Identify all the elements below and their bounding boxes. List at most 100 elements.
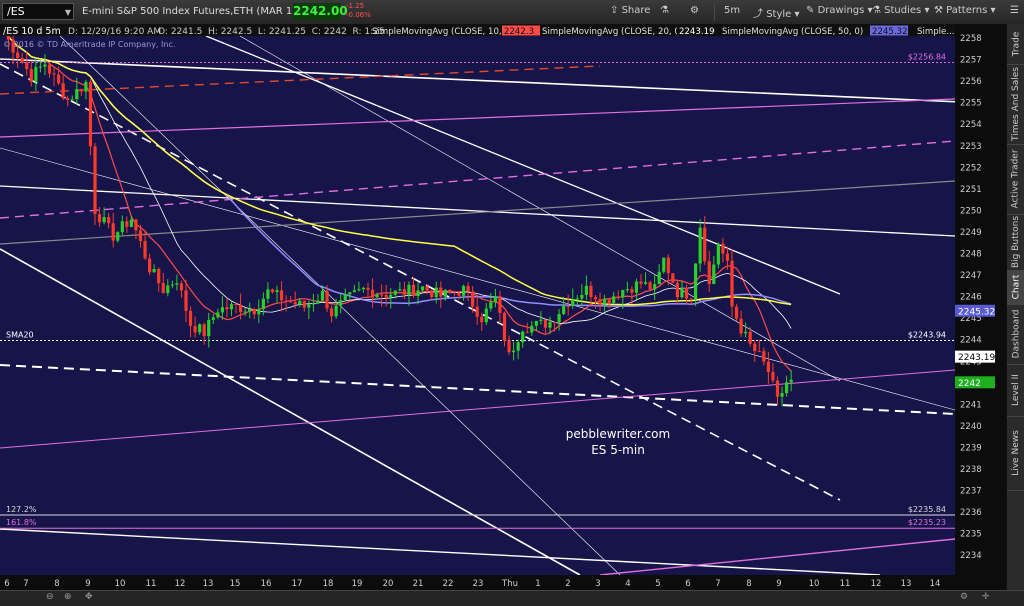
candle-body <box>43 64 47 67</box>
candle-body <box>116 232 120 241</box>
study-value: 2242.3 <box>504 27 534 37</box>
candle-body <box>389 294 393 298</box>
price-chart[interactable]: SMA20 $2243.94 127.2% $2235.84 161.8% $2235.2… <box>0 24 1006 590</box>
gear-icon[interactable]: ⚙ <box>690 5 699 16</box>
candle-body <box>766 361 770 373</box>
cross-icon[interactable]: ✛ <box>982 592 990 602</box>
candle-body <box>757 351 761 353</box>
candle-body <box>662 257 666 272</box>
candle-body <box>370 289 375 298</box>
candle-body <box>439 287 443 297</box>
candle-body <box>252 309 256 315</box>
annotation-text: ES 5-min <box>591 443 645 457</box>
drawings-button[interactable]: ✎ Drawings ▾ <box>806 5 873 16</box>
settings-icon[interactable]: ⚙ <box>960 592 968 602</box>
candle-body <box>29 69 33 82</box>
time-axis-label: 18 <box>323 579 334 589</box>
price-axis-label: 2244 <box>960 336 982 346</box>
candle-body <box>489 302 493 309</box>
sidebar-tab-dashboard[interactable]: Dashboard <box>1007 304 1024 365</box>
candle-body <box>161 283 165 294</box>
candle-body <box>193 326 197 333</box>
zoom-in-icon[interactable]: ⊕ <box>64 592 72 602</box>
level-value: $2235.23 <box>908 518 946 527</box>
candle-body <box>348 292 352 295</box>
candle-body <box>475 306 479 317</box>
candle-body <box>198 324 202 333</box>
candle-body <box>97 214 102 223</box>
candle-body <box>639 281 643 284</box>
candle-body <box>689 298 693 300</box>
sidebar-tab-chart[interactable]: Chart <box>1007 270 1024 305</box>
style-button[interactable]: ⤴ Style ▾ <box>753 5 800 20</box>
candle-body <box>543 319 548 328</box>
instrument-description: E-mini S&P 500 Index Futures,ETH (MAR 17… <box>82 6 303 17</box>
candle-body <box>234 304 238 306</box>
price-axis-label: 2236 <box>960 508 982 518</box>
candle-body <box>302 300 306 308</box>
zoom-out-icon[interactable]: ⊖ <box>46 592 54 602</box>
menu-icon[interactable]: ☰ <box>1010 5 1019 16</box>
candle-body <box>316 300 320 304</box>
pan-icon[interactable]: ✥ <box>85 592 93 602</box>
candle-body <box>571 299 575 307</box>
time-axis-label: 4 <box>625 579 630 589</box>
candle-body <box>762 351 766 362</box>
candle-body <box>70 99 74 101</box>
sidebar-tab-level-ii[interactable]: Level II <box>1007 364 1024 417</box>
copyright-text: © 2016 © TD Ameritrade IP Company, Inc. <box>3 40 175 49</box>
study-value: 2243.19 <box>679 27 715 37</box>
candle-body <box>188 310 193 327</box>
symbol-input[interactable]: /ES ▼ <box>2 3 74 20</box>
time-axis-label: 13 <box>203 579 214 589</box>
candle-body <box>748 331 752 344</box>
level-value: $2243.94 <box>908 330 946 339</box>
candle-body <box>225 307 229 310</box>
share-button[interactable]: ⇪ Share <box>610 5 650 16</box>
sidebar-tab-trade[interactable]: Trade <box>1007 24 1024 65</box>
candle-body <box>120 221 124 233</box>
sidebar-tab-label: Dashboard <box>1011 309 1022 359</box>
time-axis-label: 9 <box>85 579 90 589</box>
candle-body <box>753 343 757 352</box>
sidebar-tab-big-buttons[interactable]: Big Buttons <box>1007 214 1024 271</box>
flask-icon[interactable]: ⚗ <box>660 5 669 16</box>
time-axis-label: 23 <box>473 579 484 589</box>
sidebar-tab-times-and-sales[interactable]: Times And Sales <box>1007 64 1024 145</box>
candle-body <box>593 297 598 300</box>
sidebar-tab-label: Chart <box>1011 274 1022 300</box>
ohlc-readout: O: 2241.5 H: 2242.5 L: 2241.25 C: 2242 R… <box>158 27 385 37</box>
time-axis-label: 21 <box>413 579 424 589</box>
time-axis-label: 16 <box>261 579 272 589</box>
candle-body <box>152 268 156 273</box>
timeframe-button[interactable]: 5m <box>724 5 740 16</box>
sidebar-tab-live-news[interactable]: Live News <box>1007 416 1024 491</box>
candle-body <box>630 289 634 293</box>
chevron-down-icon[interactable]: ▼ <box>65 5 71 20</box>
candle-body <box>775 380 780 397</box>
candle-body <box>589 285 593 298</box>
studies-button[interactable]: ⚗ Studies ▾ <box>872 5 929 16</box>
price-axis-label: 2237 <box>960 487 982 497</box>
candle-body <box>270 289 275 293</box>
time-axis-label: 1 <box>535 579 540 589</box>
candle-body <box>744 331 748 334</box>
candle-body <box>666 257 670 274</box>
price-axis-label: 2238 <box>960 465 982 475</box>
candle-body <box>257 309 261 315</box>
candle-body <box>643 282 648 284</box>
candle-body <box>93 146 97 215</box>
candle-body <box>334 305 338 317</box>
candle-body <box>562 305 566 315</box>
time-axis-label: 12 <box>871 579 882 589</box>
time-axis-label: 15 <box>230 579 241 589</box>
candle-body <box>266 289 270 299</box>
candle-body <box>634 281 639 293</box>
candle-body <box>653 284 657 290</box>
time-axis-label: 10 <box>115 579 126 589</box>
candle-body <box>384 294 388 298</box>
patterns-button[interactable]: ⚒ Patterns ▾ <box>934 5 996 16</box>
candle-body <box>111 223 115 241</box>
candle-body <box>789 379 793 383</box>
sidebar-tab-active-trader[interactable]: Active Trader <box>1007 144 1024 215</box>
